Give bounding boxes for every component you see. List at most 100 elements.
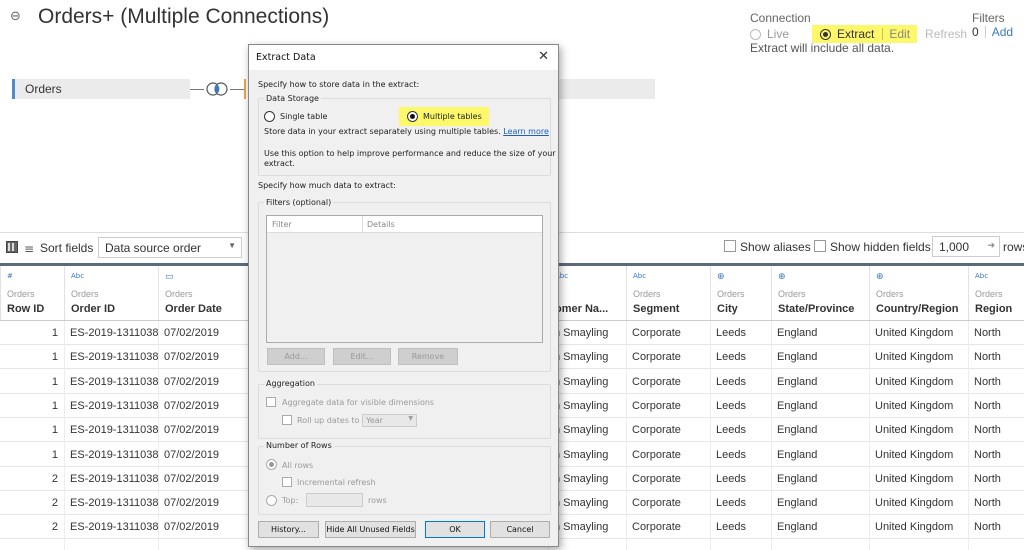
perf-note-line2: extract. [264,159,295,168]
edit-extract-link[interactable]: Edit [889,27,910,41]
learn-more-link[interactable]: Learn more [503,127,549,136]
table-cell: 2 [51,472,58,485]
dialog-title: Extract Data [256,52,316,63]
column-divider [771,321,772,550]
table-cell: Corporate [632,448,681,461]
column-header[interactable]: Abc omer Na... [548,266,626,320]
add-filter-link[interactable]: Add [992,25,1013,39]
history-button[interactable]: History... [258,521,319,538]
live-option[interactable]: Live [750,27,812,41]
field-type-icon[interactable]: Abc [71,272,84,280]
table-cell: n Smayling [554,424,609,437]
rollup-select[interactable]: Year ▼ [362,414,417,427]
column-name: omer Na... [555,303,609,315]
column-divider [869,321,870,550]
add-filter-button[interactable]: Add... [267,348,325,365]
table-cell: North [974,399,1001,412]
filters-group-label: Filters (optional) [264,198,334,207]
grid-view-icon[interactable] [6,241,18,253]
aggregate-checkbox[interactable] [266,397,276,407]
show-hidden-checkbox[interactable] [814,240,826,252]
column-name: Order ID [71,303,116,315]
refresh-link[interactable]: Refresh [925,27,967,41]
column-header[interactable]: ⊕ Orders State/Province [771,266,869,320]
top-rows-input[interactable] [306,493,363,507]
table-cell: Leeds [716,472,746,485]
column-header[interactable]: # Orders Row ID [0,266,64,320]
divider [882,28,884,40]
column-header[interactable]: Abc Orders Order ID [64,266,158,320]
field-type-icon[interactable]: ⊕ [778,272,786,282]
table-cell: Leeds [716,448,746,461]
table-cell: England [777,351,818,364]
field-type-icon[interactable]: ⊕ [876,272,884,282]
column-divider [158,321,159,550]
column-header[interactable]: Abc Orders Region [968,266,1024,320]
column-name: State/Province [778,303,855,315]
table-cell: England [777,497,818,510]
field-type-icon[interactable]: Abc [633,272,646,280]
chevron-down-icon: ▼ [228,241,236,250]
single-table-label: Single table [280,112,328,121]
table-cell: North [974,424,1001,437]
column-header[interactable]: Abc Orders Segment [626,266,710,320]
rollup-checkbox[interactable] [282,415,292,425]
canvas-table-edge [244,79,246,99]
sort-fields-select[interactable]: Data source order ▼ [98,237,242,258]
table-cell: Corporate [632,472,681,485]
table-cell: n Smayling [554,351,609,364]
field-type-icon[interactable]: ⊕ [717,272,725,282]
canvas-table-right[interactable] [550,79,655,99]
extract-note: Extract will include all data. [750,41,895,55]
table-cell: 07/02/2019 [164,327,220,339]
column-header[interactable]: ▭ Orders Order Date [158,266,250,320]
table-cell: United Kingdom [875,327,954,339]
join-venn-icon[interactable] [204,82,230,96]
top-rows-radio[interactable] [266,495,277,506]
storage-desc-text: Store data in your extract separately us… [264,127,501,136]
table-cell: North [974,375,1001,388]
table-cell: Leeds [716,399,746,412]
table-cell: United Kingdom [875,521,954,534]
datasource-title[interactable]: Orders+ (Multiple Connections) [38,5,329,29]
column-header[interactable]: ⊕ Orders Country/Region [869,266,968,320]
hide-unused-fields-button[interactable]: Hide All Unused Fields [325,521,416,538]
show-aliases-label: Show aliases [740,240,811,254]
live-radio[interactable] [750,28,761,40]
show-aliases-checkbox[interactable] [724,240,736,252]
edit-filter-button[interactable]: Edit... [333,348,391,365]
multiple-tables-radio[interactable] [407,111,418,122]
table-cell: 2 [51,521,58,534]
column-header[interactable]: ⊕ Orders City [710,266,771,320]
single-table-radio[interactable] [264,111,275,122]
rows-count-input[interactable]: 1,000 ➜ [932,236,1000,257]
table-cell: 1 [51,424,58,437]
field-type-icon[interactable]: # [7,272,13,280]
table-cell: Corporate [632,399,681,412]
arrow-right-icon[interactable]: ➜ [987,240,995,251]
table-cell: United Kingdom [875,448,954,461]
column-name: Order Date [165,303,222,315]
show-hidden-label: Show hidden fields [830,240,931,254]
filters-label: Filters [972,11,1005,25]
cancel-button[interactable]: Cancel [490,521,550,538]
canvas-table-orders[interactable]: Orders [12,79,190,99]
table-cell: Corporate [632,521,681,534]
table-cell: n Smayling [554,472,609,485]
table-cell: Leeds [716,375,746,388]
table-cell: ES-2019-1311038 [70,472,159,485]
table-cell: 07/02/2019 [164,448,220,461]
extract-radio[interactable] [820,28,831,40]
incremental-checkbox[interactable] [282,477,292,487]
list-view-icon[interactable]: ≡ [24,242,34,256]
ok-button[interactable]: OK [425,521,485,538]
filters-table[interactable]: Filter Details [266,215,543,343]
column-source: Orders [165,289,193,299]
aggregation-group [258,384,551,439]
remove-filter-button[interactable]: Remove [398,348,458,365]
close-icon[interactable]: ✕ [538,49,549,64]
field-type-icon[interactable]: ▭ [165,272,174,282]
column-source: Orders [717,289,745,299]
all-rows-radio[interactable] [266,459,277,470]
field-type-icon[interactable]: Abc [975,272,988,280]
